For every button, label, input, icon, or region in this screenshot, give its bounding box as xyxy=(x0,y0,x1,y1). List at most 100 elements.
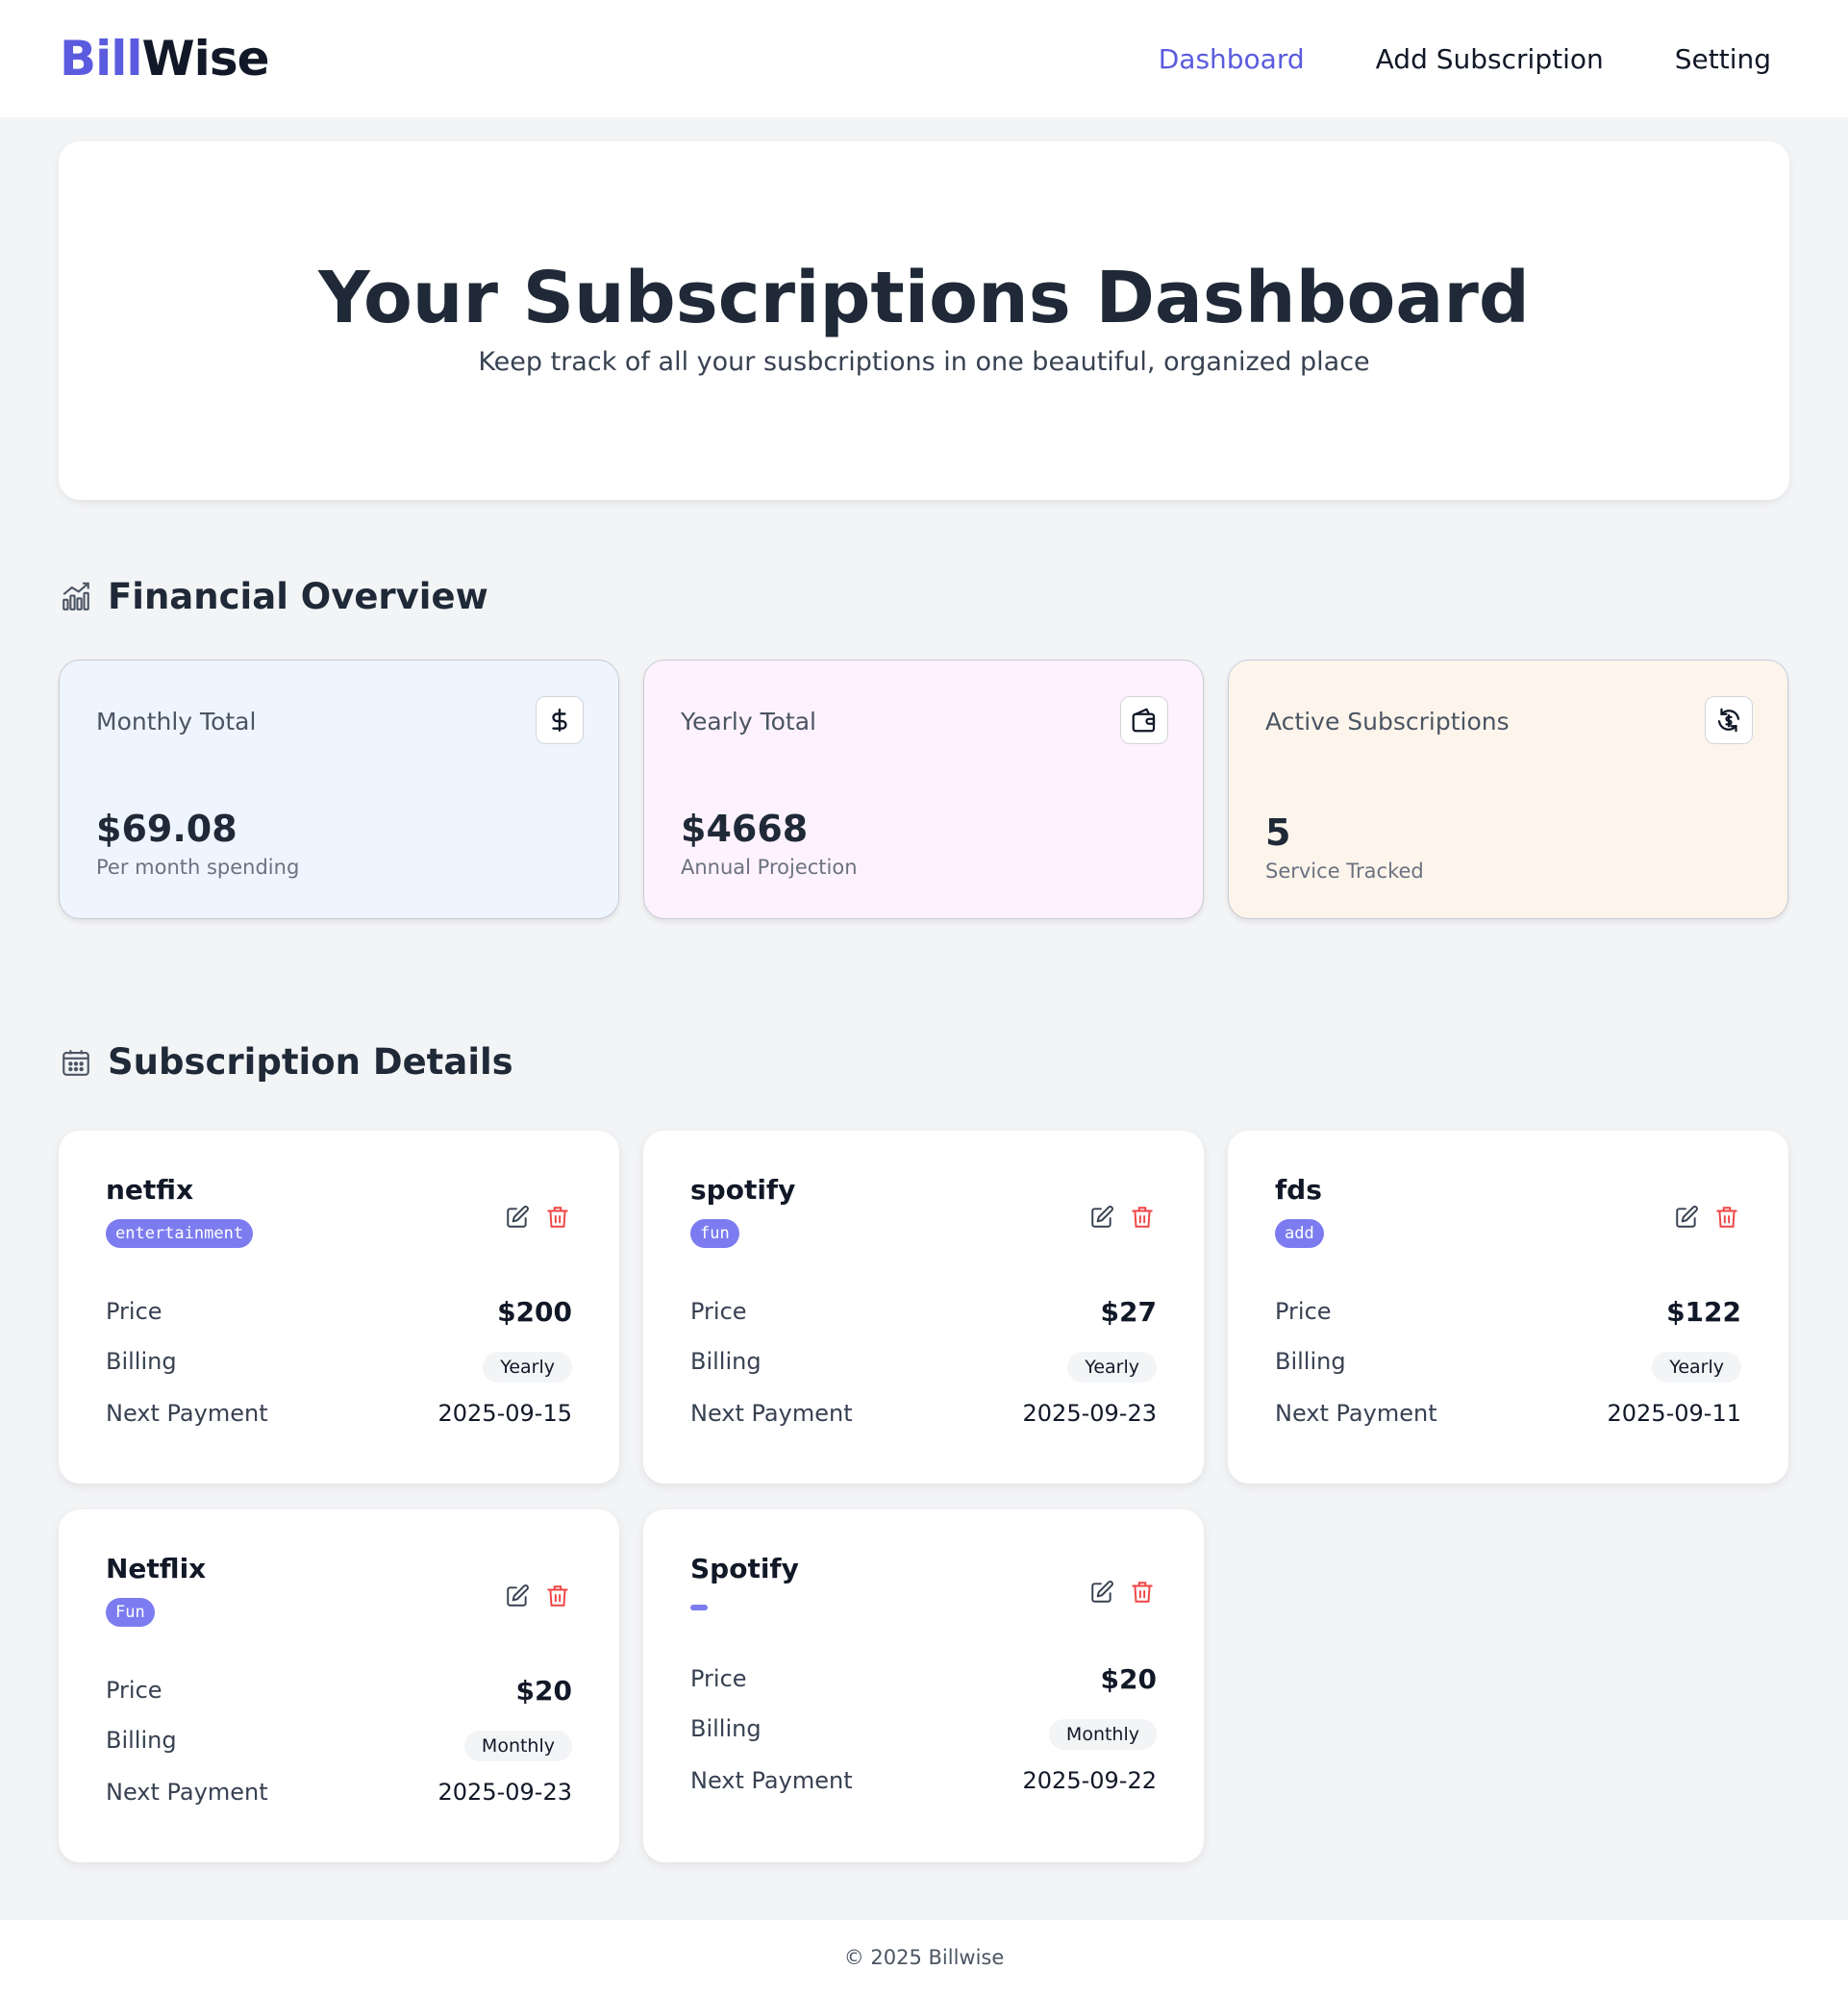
monthly-total-card: Monthly Total $69.08 Per month spending xyxy=(59,660,619,919)
price-value: $122 xyxy=(1666,1295,1741,1328)
price-value: $27 xyxy=(1100,1295,1157,1328)
stat-caption: Service Tracked xyxy=(1265,860,1424,883)
next-payment-label: Next Payment xyxy=(1275,1400,1437,1427)
hero-card: Your Subscriptions Dashboard Keep track … xyxy=(59,141,1789,500)
subscription-card: fds add Price $122 Billing Yearly Next P… xyxy=(1228,1131,1788,1484)
stat-caption: Annual Projection xyxy=(681,856,858,879)
category-tag: entertainment xyxy=(106,1219,254,1248)
stat-label: Yearly Total xyxy=(681,708,817,736)
billing-row: Billing Yearly xyxy=(690,1342,1157,1383)
billing-badge: Yearly xyxy=(483,1352,572,1383)
price-value: $20 xyxy=(515,1674,572,1707)
stat-value: $69.08 xyxy=(96,808,237,850)
trash-icon[interactable] xyxy=(1129,1579,1156,1606)
active-subscriptions-card: Active Subscriptions 5 Service Tracked xyxy=(1228,660,1788,919)
financial-overview-heading: Financial Overview xyxy=(60,573,488,621)
next-payment-row: Next Payment 2025-09-15 xyxy=(106,1394,572,1433)
next-payment-date: 2025-09-15 xyxy=(437,1400,572,1427)
next-payment-row: Next Payment 2025-09-23 xyxy=(106,1773,572,1811)
trash-icon[interactable] xyxy=(1129,1204,1156,1231)
subscription-card: netfix entertainment Price $200 Billing … xyxy=(59,1131,619,1484)
trash-icon[interactable] xyxy=(544,1583,571,1609)
page-title: Your Subscriptions Dashboard xyxy=(318,257,1530,339)
brand-logo-part1: Bill xyxy=(60,31,143,87)
financial-overview-title: Financial Overview xyxy=(108,576,488,617)
billing-row: Billing Yearly xyxy=(106,1342,572,1383)
subscription-details-title: Subscription Details xyxy=(108,1041,513,1083)
yearly-total-card: Yearly Total $4668 Annual Projection xyxy=(643,660,1204,919)
card-actions xyxy=(1088,1579,1156,1606)
card-actions xyxy=(504,1583,571,1609)
billing-label: Billing xyxy=(690,1348,762,1375)
price-row: Price $20 xyxy=(690,1659,1157,1698)
copyright-text: © 2025 Billwise xyxy=(843,1946,1005,1969)
billing-label: Billing xyxy=(1275,1348,1346,1375)
next-payment-date: 2025-09-23 xyxy=(437,1779,572,1806)
next-payment-label: Next Payment xyxy=(106,1400,268,1427)
trash-icon[interactable] xyxy=(544,1204,571,1231)
price-label: Price xyxy=(690,1665,747,1692)
nav-add-subscription[interactable]: Add Subscription xyxy=(1376,38,1604,81)
stat-caption: Per month spending xyxy=(96,856,300,879)
billing-row: Billing Yearly xyxy=(1275,1342,1741,1383)
next-payment-label: Next Payment xyxy=(690,1400,853,1427)
price-row: Price $122 xyxy=(1275,1292,1741,1331)
price-label: Price xyxy=(106,1677,162,1704)
page-subtitle: Keep track of all your susbcriptions in … xyxy=(478,347,1370,377)
wallet-icon xyxy=(1120,696,1168,744)
price-label: Price xyxy=(690,1298,747,1325)
category-tag: add xyxy=(1275,1219,1324,1248)
category-tag: Fun xyxy=(106,1598,155,1627)
edit-icon[interactable] xyxy=(1088,1204,1115,1231)
next-payment-date: 2025-09-23 xyxy=(1022,1400,1157,1427)
edit-icon[interactable] xyxy=(504,1583,531,1609)
refresh-dollar-icon xyxy=(1705,696,1753,744)
subscription-card: Spotify Price $20 Billing Monthly Next P… xyxy=(643,1509,1204,1862)
card-actions xyxy=(504,1204,571,1231)
billing-label: Billing xyxy=(690,1715,762,1742)
next-payment-row: Next Payment 2025-09-22 xyxy=(690,1761,1157,1800)
subscription-card: spotify fun Price $27 Billing Yearly Nex… xyxy=(643,1131,1204,1484)
footer: © 2025 Billwise xyxy=(0,1920,1848,1995)
billing-label: Billing xyxy=(106,1727,177,1754)
navbar: BillWise Dashboard Add Subscription Sett… xyxy=(0,0,1848,117)
category-tag: fun xyxy=(690,1219,739,1248)
stat-label: Monthly Total xyxy=(96,708,257,736)
edit-icon[interactable] xyxy=(1088,1579,1115,1606)
edit-icon[interactable] xyxy=(1673,1204,1700,1231)
price-value: $20 xyxy=(1100,1662,1157,1695)
brand-logo-part2: Wise xyxy=(141,31,270,87)
subscription-name: fds xyxy=(1275,1174,1322,1206)
next-payment-label: Next Payment xyxy=(106,1779,268,1806)
stat-value: $4668 xyxy=(681,808,809,850)
next-payment-label: Next Payment xyxy=(690,1767,853,1794)
nav-setting[interactable]: Setting xyxy=(1675,38,1771,81)
price-row: Price $27 xyxy=(690,1292,1157,1331)
category-tag xyxy=(690,1605,708,1610)
subscription-details-heading: Subscription Details xyxy=(60,1038,513,1086)
billing-row: Billing Monthly xyxy=(690,1709,1157,1750)
billing-badge: Yearly xyxy=(1067,1352,1157,1383)
price-row: Price $200 xyxy=(106,1292,572,1331)
card-actions xyxy=(1673,1204,1740,1231)
billing-badge: Yearly xyxy=(1652,1352,1741,1383)
billing-row: Billing Monthly xyxy=(106,1721,572,1761)
stat-value: 5 xyxy=(1265,811,1291,854)
subscription-name: netfix xyxy=(106,1174,194,1206)
price-label: Price xyxy=(1275,1298,1332,1325)
brand-logo[interactable]: BillWise xyxy=(60,27,269,90)
billing-badge: Monthly xyxy=(463,1731,572,1761)
chart-icon xyxy=(62,582,89,611)
stat-label: Active Subscriptions xyxy=(1265,708,1510,736)
next-payment-date: 2025-09-11 xyxy=(1607,1400,1741,1427)
billing-badge: Monthly xyxy=(1048,1719,1157,1750)
edit-icon[interactable] xyxy=(504,1204,531,1231)
next-payment-date: 2025-09-22 xyxy=(1022,1767,1157,1794)
billing-label: Billing xyxy=(106,1348,177,1375)
next-payment-row: Next Payment 2025-09-23 xyxy=(690,1394,1157,1433)
price-row: Price $20 xyxy=(106,1671,572,1709)
price-label: Price xyxy=(106,1298,162,1325)
trash-icon[interactable] xyxy=(1713,1204,1740,1231)
nav-links: Dashboard Add Subscription Setting xyxy=(1159,38,1771,81)
nav-dashboard[interactable]: Dashboard xyxy=(1159,38,1305,81)
